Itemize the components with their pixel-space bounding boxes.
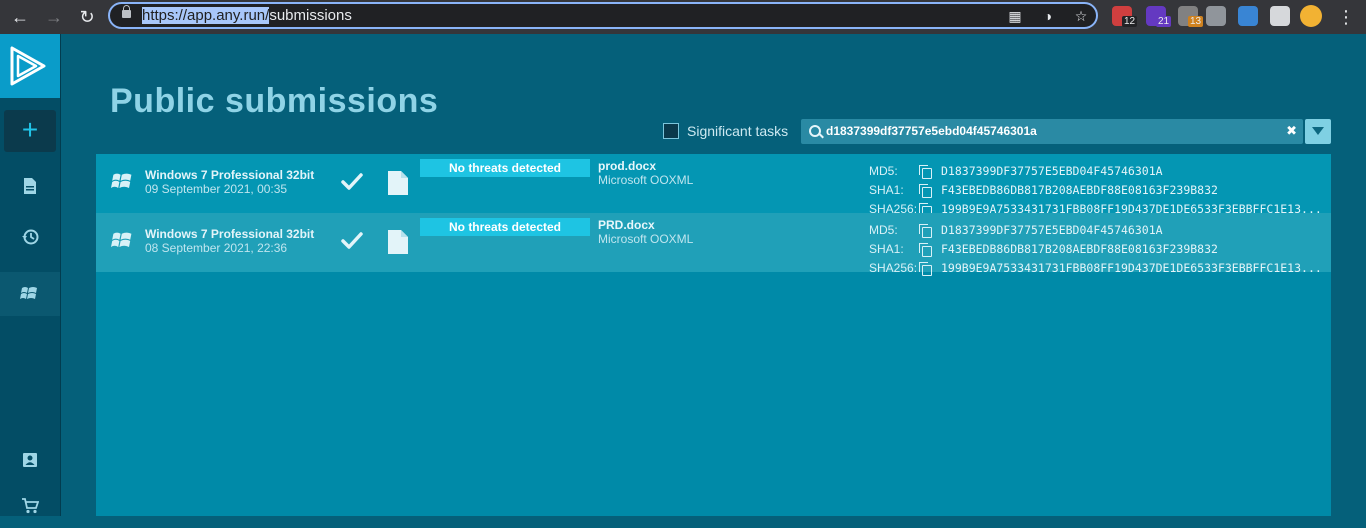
profile-nav[interactable] [0,438,60,482]
task-date: 08 September 2021, 22:36 [145,241,288,255]
verdict-badge: No threats detected [420,159,590,177]
significant-tasks-label: Significant tasks [687,123,789,139]
copy-md5-icon[interactable] [919,224,932,238]
address-bar[interactable]: https://app.any.run/submissions ▦ ◑ ☆ [108,2,1098,29]
task-os: Windows 7 Professional 32bit [145,227,315,241]
ext-puzzle-icon[interactable] [1270,6,1290,26]
reload-icon[interactable]: ↻ [75,5,99,29]
anyrun-logo[interactable] [0,34,60,98]
shop-nav[interactable] [0,484,60,528]
windows-os-icon [111,229,135,253]
ext-red-icon[interactable]: 12 [1112,6,1138,27]
windows-icon [20,287,37,299]
new-task-button[interactable]: + [4,110,56,152]
ext-grey-icon[interactable]: 13 [1178,6,1204,27]
file-name[interactable]: prod.docx [598,159,656,173]
cart-icon [22,498,39,514]
extension-badge: 13 [1188,16,1204,27]
md5-value[interactable]: D1837399DF37757E5EBD04F45746301A [941,164,1163,178]
ext-feather-icon[interactable] [1206,6,1226,26]
back-arrow-icon[interactable]: ← [8,5,32,29]
md5-label: MD5: [869,223,898,237]
ext-cap-icon[interactable]: 21 [1146,6,1172,27]
profile-avatar[interactable] [1300,5,1322,27]
windows-os-icon [111,170,135,194]
hash-search-input[interactable]: d1837399df37757e5ebd04f45746301a ✖ [801,119,1303,144]
browser-toolbar: ← → ↻ https://app.any.run/submissions ▦ … [0,0,1366,34]
copy-sha1-icon[interactable] [919,243,932,257]
sha256-label: SHA256: [869,261,918,275]
history-icon [22,229,39,245]
task-os: Windows 7 Professional 32bit [145,168,315,182]
contact-card-icon [23,453,37,467]
bookmark-star-icon[interactable]: ☆ [1072,7,1090,25]
task-row[interactable]: Windows 7 Professional 32bit 09 September… [96,154,1331,217]
clear-search-icon[interactable]: ✖ [1286,123,1297,139]
checkmark-icon [341,170,363,192]
menu-dots-icon[interactable]: ⋮ [1334,5,1358,29]
forward-arrow-icon[interactable]: → [42,5,66,29]
task-row[interactable]: Windows 7 Professional 32bit 08 September… [96,213,1331,276]
url-text[interactable]: https://app.any.run/submissions [142,7,352,25]
ext-pin-icon[interactable] [1238,6,1258,26]
url-selected: https://app.any.run/ [142,7,270,24]
significant-tasks-toggle[interactable]: Significant tasks [663,123,788,139]
task-date: 09 September 2021, 00:35 [145,182,288,196]
file-type: Microsoft OOXML [598,173,694,187]
lock-icon [122,5,131,18]
file-type: Microsoft OOXML [598,232,694,246]
md5-label: MD5: [869,164,898,178]
search-value: d1837399df37757e5ebd04f45746301a [826,124,1037,138]
checkmark-icon [341,229,363,251]
search-icon [809,125,821,137]
sha1-label: SHA1: [869,242,904,256]
translate-icon[interactable]: ◑ [1039,7,1057,25]
public-submissions-nav[interactable] [0,272,60,316]
copy-sha256-icon[interactable] [919,262,932,276]
copy-md5-icon[interactable] [919,165,932,179]
verdict-badge: No threats detected [420,218,590,236]
sha256-value[interactable]: 199B9E9A7533431731FBB08FF19D437DE1DE6533… [941,261,1322,275]
reports-nav[interactable] [0,164,60,208]
significant-tasks-checkbox[interactable] [663,123,679,139]
sha1-value[interactable]: F43EBEDB86DB817B208AEBDF88E08163F239B832 [941,183,1218,197]
filter-button[interactable] [1305,119,1331,144]
history-nav[interactable] [0,215,60,259]
page-title: Public submissions [110,82,439,120]
url-path: submissions [269,7,352,24]
sha1-label: SHA1: [869,183,904,197]
file-icon [387,170,409,196]
extension-badge: 12 [1122,16,1138,27]
submissions-list: Windows 7 Professional 32bit 09 September… [96,154,1331,516]
extension-badge: 21 [1156,16,1172,27]
file-icon [387,229,409,255]
file-name[interactable]: PRD.docx [598,218,655,232]
qr-code-icon[interactable]: ▦ [1006,7,1024,25]
sha1-value[interactable]: F43EBEDB86DB817B208AEBDF88E08163F239B832 [941,242,1218,256]
document-icon [24,178,36,194]
app-sidebar: + [0,34,61,516]
logo-icon [10,46,46,86]
md5-value[interactable]: D1837399DF37757E5EBD04F45746301A [941,223,1163,237]
copy-sha1-icon[interactable] [919,184,932,198]
